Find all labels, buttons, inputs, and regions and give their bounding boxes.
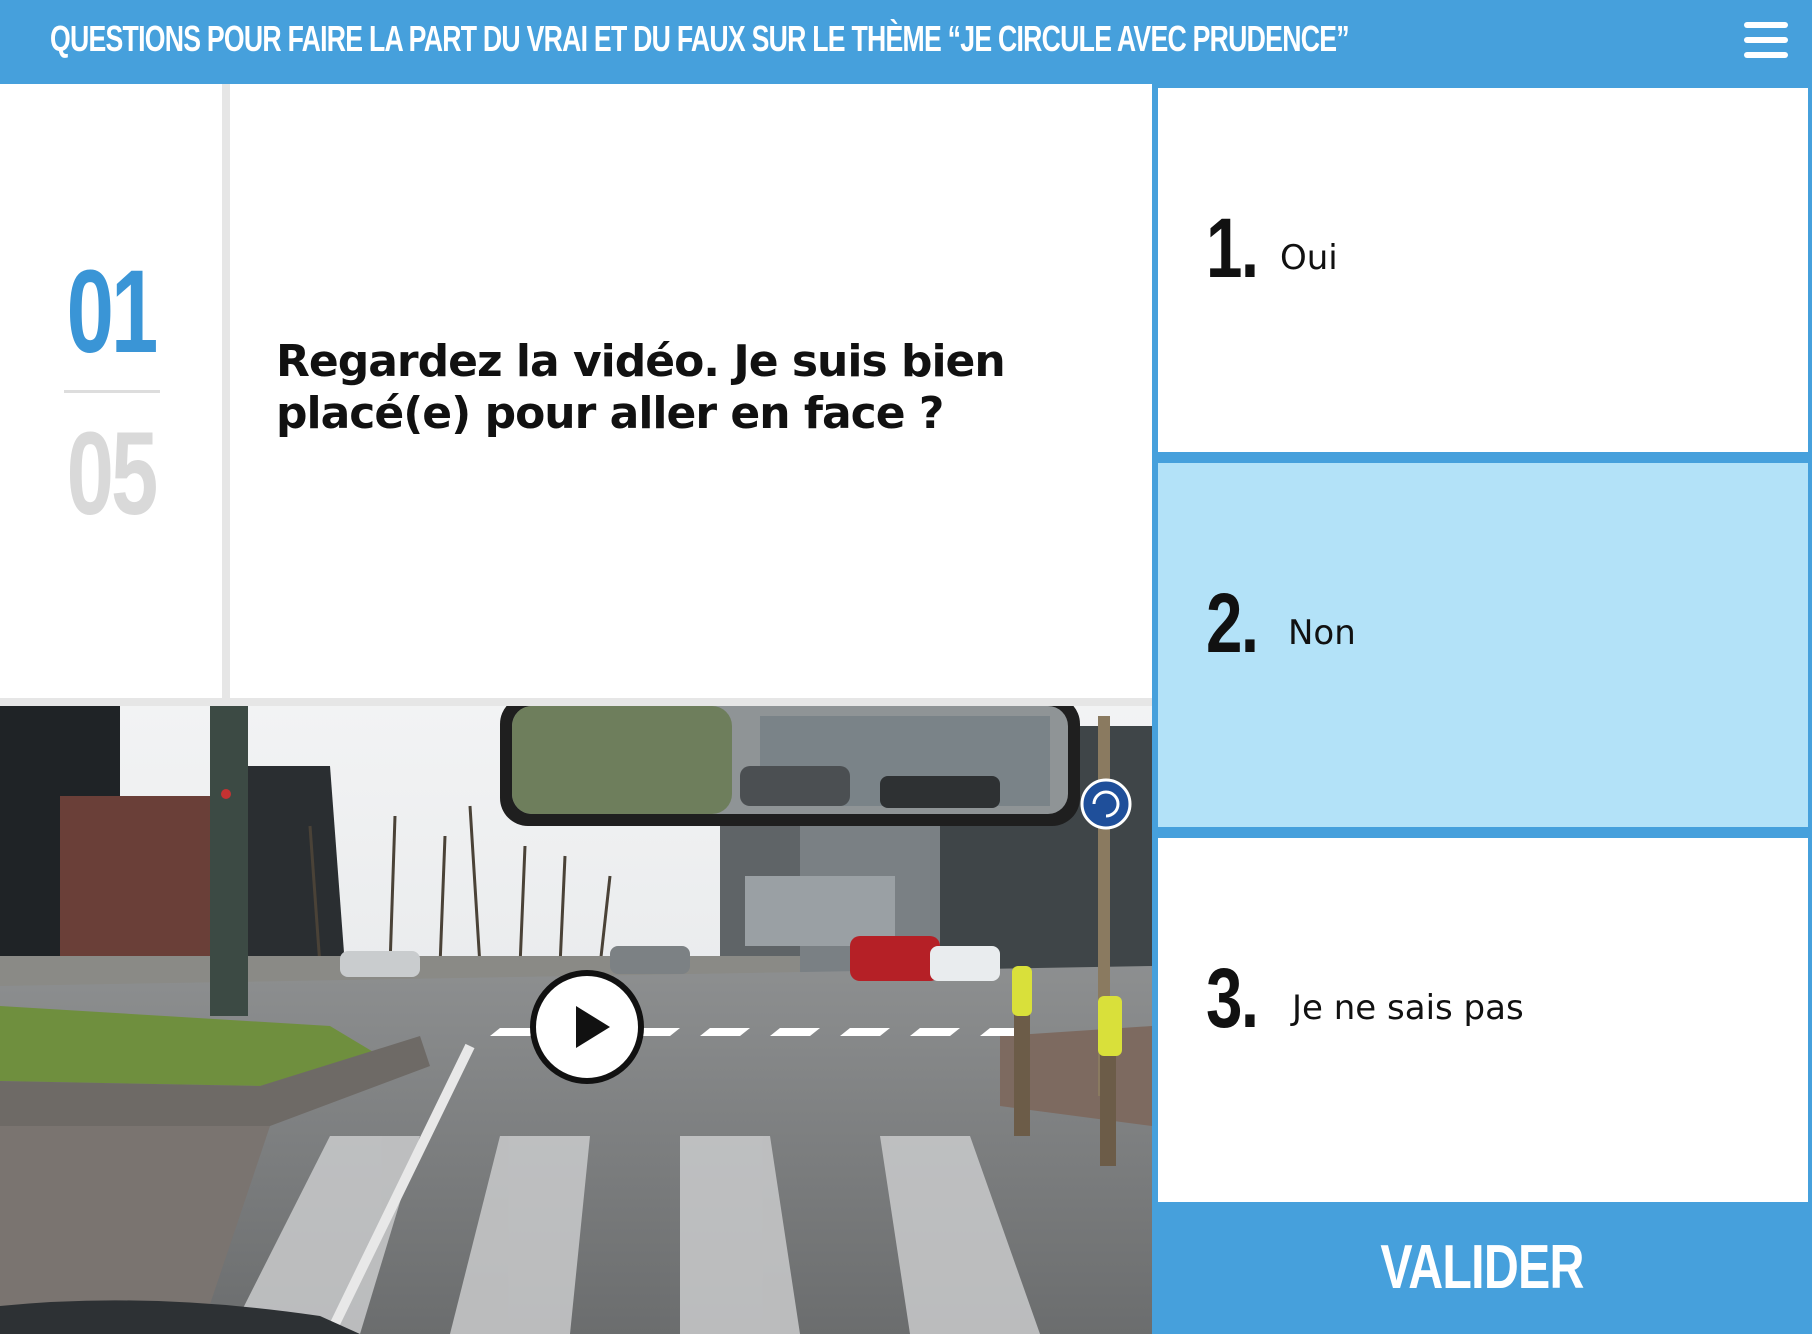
horizontal-divider	[0, 698, 1152, 706]
answer-option-2[interactable]: 2. Non	[1158, 463, 1808, 827]
validate-button[interactable]: VALIDER	[1152, 1206, 1812, 1334]
top-bar: QUESTIONS POUR FAIRE LA PART DU VRAI ET …	[0, 0, 1812, 84]
answer-number: 1.	[1206, 201, 1259, 295]
answer-number: 3.	[1206, 951, 1259, 1045]
hamburger-menu-icon[interactable]	[1744, 20, 1790, 60]
answer-option-1[interactable]: 1. Oui	[1158, 88, 1808, 452]
question-text: Regardez la vidéo. Je suis bien placé(e)…	[276, 336, 1006, 439]
answer-label: Je ne sais pas	[1292, 988, 1524, 1028]
answer-label: Oui	[1280, 238, 1338, 278]
total-questions-number: 05	[66, 408, 159, 540]
counter-divider	[64, 390, 160, 393]
answer-number: 2.	[1206, 576, 1259, 670]
page-title: QUESTIONS POUR FAIRE LA PART DU VRAI ET …	[50, 18, 1350, 59]
question-counter: 01 05	[0, 84, 222, 698]
play-icon	[576, 1006, 610, 1048]
answer-label: Non	[1288, 613, 1356, 653]
play-button[interactable]	[530, 970, 644, 1084]
current-question-number: 01	[66, 246, 159, 378]
video-player[interactable]	[0, 706, 1152, 1334]
vertical-divider	[222, 84, 230, 698]
validate-label: VALIDER	[1380, 1233, 1584, 1302]
question-area: 01 05 Regardez la vidéo. Je suis bien pl…	[0, 84, 1152, 1334]
answer-option-3[interactable]: 3. Je ne sais pas	[1158, 838, 1808, 1202]
